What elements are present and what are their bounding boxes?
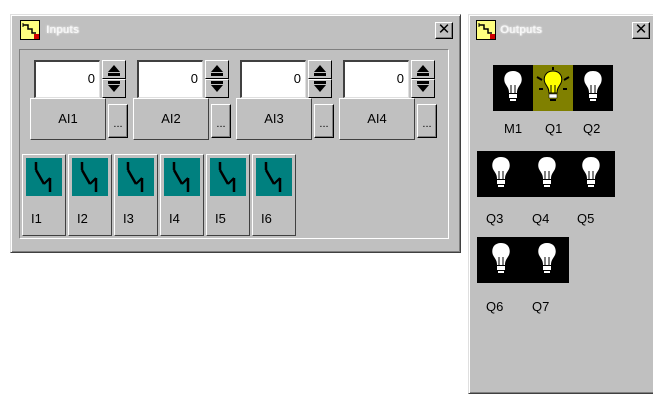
bulb-icon[interactable] [527, 237, 567, 283]
ai4-more-button[interactable]: ... [417, 104, 437, 138]
ai1-spinner [102, 60, 126, 98]
ai4-increment-button[interactable] [411, 60, 435, 79]
i5-label: I5 [215, 211, 226, 226]
ai3-spinner [308, 60, 332, 98]
output-row-2 [477, 151, 615, 197]
bulb-icon[interactable] [571, 151, 611, 197]
bar-icon [314, 73, 326, 76]
digital-input-i2[interactable]: I2 [68, 154, 112, 236]
arrow-up-icon [211, 65, 223, 72]
arrow-down-icon [417, 85, 429, 92]
ai1-value-field[interactable]: 0 [34, 60, 100, 98]
output-label-q4: Q4 [532, 211, 550, 226]
inputs-panel: 0 AI1 ... 0 AI2 ... 0 AI3 ... 0 AI4 ... … [19, 49, 449, 239]
program-icon [476, 20, 496, 40]
inputs-window: Inputs ✕ 0 AI1 ... 0 AI2 ... 0 AI3 ... 0… [10, 14, 461, 253]
arrow-down-icon [108, 85, 120, 92]
bar-icon [108, 73, 120, 76]
bar-icon [211, 73, 223, 76]
outputs-title-bar[interactable]: Outputs ✕ [472, 18, 653, 44]
output-label-q1: Q1 [545, 121, 563, 136]
ai2-decrement-button[interactable] [205, 79, 229, 98]
bar-icon [108, 81, 120, 84]
bulb-icon[interactable] [573, 65, 613, 111]
ai3-value-field[interactable]: 0 [240, 60, 306, 98]
output-label-q7: Q7 [532, 299, 550, 314]
inputs-window-title: Inputs [46, 24, 79, 36]
output-label-q2: Q2 [583, 121, 601, 136]
outputs-window: Outputs ✕ M1 Q1 Q2 Q3 Q4 Q5 Q6 Q7 [468, 14, 653, 394]
ai4-label-button[interactable]: AI4 [339, 98, 415, 140]
arrow-up-icon [314, 65, 326, 72]
ai2-value-field[interactable]: 0 [137, 60, 203, 98]
ai3-label-button[interactable]: AI3 [236, 98, 312, 140]
ai3-increment-button[interactable] [308, 60, 332, 79]
bulb-icon[interactable] [493, 65, 533, 111]
switch-icon [118, 158, 154, 196]
digital-input-i6[interactable]: I6 [252, 154, 296, 236]
ai2-label-button[interactable]: AI2 [133, 98, 209, 140]
bar-icon [211, 81, 223, 84]
outputs-close-button[interactable]: ✕ [632, 22, 650, 39]
output-row-1 [493, 65, 613, 111]
arrow-down-icon [314, 85, 326, 92]
switch-icon [72, 158, 108, 196]
digital-input-i1[interactable]: I1 [22, 154, 66, 236]
inputs-close-button[interactable]: ✕ [435, 22, 453, 39]
switch-icon [164, 158, 200, 196]
digital-input-i4[interactable]: I4 [160, 154, 204, 236]
ai4-spinner [411, 60, 435, 98]
ai1-more-button[interactable]: ... [108, 104, 128, 138]
digital-input-i3[interactable]: I3 [114, 154, 158, 236]
bar-icon [417, 73, 429, 76]
arrow-up-icon [108, 65, 120, 72]
ai2-spinner [205, 60, 229, 98]
i2-label: I2 [77, 211, 88, 226]
program-icon [20, 20, 40, 40]
switch-icon [26, 158, 62, 196]
inputs-title-bar[interactable]: Inputs ✕ [14, 18, 457, 44]
output-row-3 [477, 237, 569, 283]
ai1-decrement-button[interactable] [102, 79, 126, 98]
ai2-more-button[interactable]: ... [211, 104, 231, 138]
bar-icon [417, 81, 429, 84]
ai3-decrement-button[interactable] [308, 79, 332, 98]
ai4-decrement-button[interactable] [411, 79, 435, 98]
bulb-icon[interactable] [527, 151, 567, 197]
output-label-q5: Q5 [577, 211, 595, 226]
output-label-q6: Q6 [486, 299, 504, 314]
bulb-icon[interactable] [481, 237, 521, 283]
output-label-q3: Q3 [486, 211, 504, 226]
arrow-down-icon [211, 85, 223, 92]
outputs-window-title: Outputs [500, 24, 543, 36]
i3-label: I3 [123, 211, 134, 226]
analog-input-ai4: 0 AI4 ... [339, 60, 439, 172]
i6-label: I6 [261, 211, 272, 226]
bulb-lit-icon[interactable] [533, 65, 573, 111]
digital-input-i5[interactable]: I5 [206, 154, 250, 236]
output-label-m1: M1 [504, 121, 523, 136]
arrow-up-icon [417, 65, 429, 72]
ai1-label-button[interactable]: AI1 [30, 98, 106, 140]
ai1-increment-button[interactable] [102, 60, 126, 79]
ai3-more-button[interactable]: ... [314, 104, 334, 138]
i4-label: I4 [169, 211, 180, 226]
ai4-value-field[interactable]: 0 [343, 60, 409, 98]
switch-icon [256, 158, 292, 196]
ai2-increment-button[interactable] [205, 60, 229, 79]
bar-icon [314, 81, 326, 84]
i1-label: I1 [31, 211, 42, 226]
bulb-icon[interactable] [481, 151, 521, 197]
switch-icon [210, 158, 246, 196]
